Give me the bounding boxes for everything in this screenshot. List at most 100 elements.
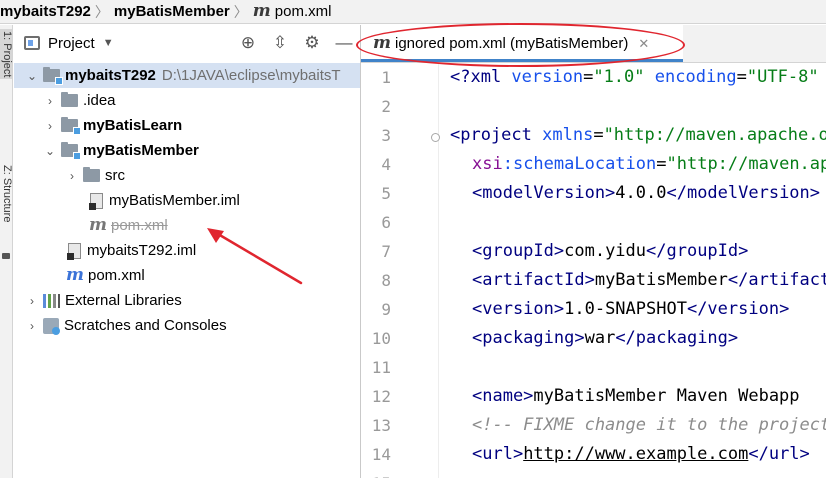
breadcrumb-module-label: myBatisMember	[113, 3, 230, 20]
tree-item-label: .idea	[83, 92, 116, 109]
breadcrumb-module[interactable]: myBatisMember	[114, 3, 230, 20]
tree-item-mybatismember[interactable]: ⌄ myBatisMember	[14, 138, 199, 163]
line-number: 1	[381, 68, 391, 87]
chevron-down-icon[interactable]: ⌄	[25, 69, 39, 83]
fold-icon[interactable]	[431, 133, 440, 142]
code-line-4: xsi:schemaLocation="http://maven.apache.…	[472, 154, 826, 174]
module-folder-icon	[61, 142, 81, 160]
module-folder-icon	[43, 67, 63, 85]
panel-toolbar: ⊕ ⇳ ⚙ —	[232, 25, 360, 61]
chevron-right-icon[interactable]: ›	[43, 94, 57, 108]
tree-item-project-root[interactable]: ⌄ mybaitsT292 D:\1JAVA\eclipse\mybaitsT	[14, 63, 360, 88]
tree-item-label: myBatisMember.iml	[109, 192, 240, 209]
maven-icon: m	[252, 1, 271, 21]
structure-icon	[2, 253, 10, 259]
code-line-9: <version>1.0-SNAPSHOT</version>	[472, 299, 790, 319]
code-line-14: <url>http://www.example.com</url>	[472, 444, 810, 464]
chevron-right-icon[interactable]: ›	[25, 294, 39, 308]
tree-item-path: D:\1JAVA\eclipse\mybaitsT	[161, 67, 341, 84]
tree-item-label: mybaitsT292	[65, 67, 156, 84]
code-line-1: <?xml version="1.0" encoding="UTF-8"	[450, 67, 819, 87]
tree-item-src[interactable]: › src	[14, 163, 125, 188]
tree-item-root-pom[interactable]: m pom.xml	[14, 263, 145, 288]
close-icon[interactable]: ✕	[638, 36, 649, 52]
line-number: 15	[361, 474, 391, 478]
breadcrumb-project-label: mybaitsT292	[0, 3, 91, 20]
chevron-down-icon[interactable]: ▼	[103, 37, 114, 49]
folder-icon	[61, 92, 78, 107]
line-number: 14	[371, 445, 391, 464]
iml-file-icon	[89, 192, 103, 210]
tree-item-label: pom.xml	[88, 267, 145, 284]
tree-item-label: myBatisLearn	[83, 117, 183, 134]
scratches-icon	[43, 317, 60, 335]
editor-tab-pom[interactable]: m ignored pom.xml (myBatisMember) ✕	[361, 25, 683, 62]
line-number: 10	[371, 329, 391, 348]
tree-item-scratches[interactable]: › Scratches and Consoles	[14, 313, 227, 338]
tree-item-idea[interactable]: › .idea	[14, 88, 116, 113]
editor-tab-bar: m ignored pom.xml (myBatisMember) ✕	[361, 25, 826, 63]
iml-file-icon	[67, 242, 81, 260]
code-line-7: <groupId>com.yidu</groupId>	[472, 241, 749, 261]
code-line-5: <modelVersion>4.0.0</modelVersion>	[472, 183, 821, 203]
tree-item-mybatislearn[interactable]: › myBatisLearn	[14, 113, 182, 138]
line-number: 6	[381, 213, 391, 232]
breadcrumb-file[interactable]: m pom.xml	[252, 1, 332, 21]
line-number: 5	[381, 184, 391, 203]
chevron-right-icon[interactable]: ›	[65, 169, 79, 183]
tree-item-mybatismember-iml[interactable]: myBatisMember.iml	[14, 188, 240, 213]
line-number: 2	[381, 97, 391, 116]
chevron-right-icon: 〉	[94, 3, 109, 20]
structure-tool-tab[interactable]: Z: Structure	[0, 165, 12, 222]
active-tab-indicator	[361, 59, 683, 62]
project-panel-header: Project ▼ ⊕ ⇳ ⚙ —	[14, 25, 360, 61]
project-tool-tab[interactable]: 1: Project	[0, 29, 12, 80]
code-line-8: <artifactId>myBatisMember</artifactId>	[472, 270, 826, 290]
tree-item-mybaitst292-iml[interactable]: mybaitsT292.iml	[14, 238, 196, 263]
project-panel: Project ▼ ⊕ ⇳ ⚙ — ⌄ mybaitsT292 D:\1JAVA…	[14, 25, 360, 478]
tree-item-label: myBatisMember	[83, 142, 199, 159]
breadcrumb-project[interactable]: mybaitsT292	[0, 3, 91, 20]
tree-item-ignored-pom[interactable]: m pom.xml	[14, 213, 168, 238]
maven-icon: m	[89, 215, 107, 235]
collapse-all-icon[interactable]: ⇳	[264, 33, 296, 53]
tree-item-label: src	[105, 167, 125, 184]
code-editor[interactable]: <?xml version="1.0" encoding="UTF-8" <pr…	[450, 64, 826, 478]
module-folder-icon	[61, 117, 81, 135]
maven-icon: m	[373, 33, 391, 53]
line-number: 4	[381, 155, 391, 174]
tree-item-label: External Libraries	[65, 292, 182, 309]
code-line-12: <name>myBatisMember Maven Webapp	[472, 386, 800, 406]
tool-window-strip: 1: Project Z: Structure	[0, 25, 13, 478]
line-number: 3	[381, 126, 391, 145]
line-number: 13	[371, 416, 391, 435]
code-line-10: <packaging>war</packaging>	[472, 328, 739, 348]
project-view-selector[interactable]: Project	[48, 35, 95, 52]
editor-tab-label: ignored pom.xml (myBatisMember)	[395, 35, 629, 52]
code-line-3: <project xmlns="http://maven.apache.org/…	[450, 125, 826, 145]
line-number: 7	[381, 242, 391, 261]
tree-item-external-libraries[interactable]: › External Libraries	[14, 288, 182, 313]
hide-icon[interactable]: —	[328, 33, 360, 53]
project-panel-icon	[24, 36, 40, 50]
gear-icon[interactable]: ⚙	[296, 33, 328, 53]
line-number-gutter: 1 2 3 4 5 6 7 8 9 10 11 12 13 14 15	[361, 64, 440, 478]
maven-icon: m	[66, 265, 84, 285]
chevron-right-icon: 〉	[233, 3, 248, 20]
breadcrumb-file-label: pom.xml	[274, 3, 332, 20]
chevron-right-icon[interactable]: ›	[25, 319, 39, 333]
locate-icon[interactable]: ⊕	[232, 33, 264, 53]
tree-item-label: mybaitsT292.iml	[87, 242, 197, 259]
chevron-right-icon[interactable]: ›	[43, 119, 57, 133]
line-number: 8	[381, 271, 391, 290]
folder-icon	[83, 167, 100, 182]
line-number: 9	[381, 300, 391, 319]
library-icon	[43, 293, 60, 308]
line-number: 12	[371, 387, 391, 406]
code-line-13: <!-- FIXME change it to the project's we…	[472, 415, 826, 435]
tree-item-label: Scratches and Consoles	[64, 317, 227, 334]
breadcrumb: mybaitsT292 〉 myBatisMember 〉 m pom.xml	[0, 0, 826, 24]
tree-item-label: pom.xml	[111, 217, 168, 234]
chevron-down-icon[interactable]: ⌄	[43, 144, 57, 158]
line-number: 11	[371, 358, 391, 377]
